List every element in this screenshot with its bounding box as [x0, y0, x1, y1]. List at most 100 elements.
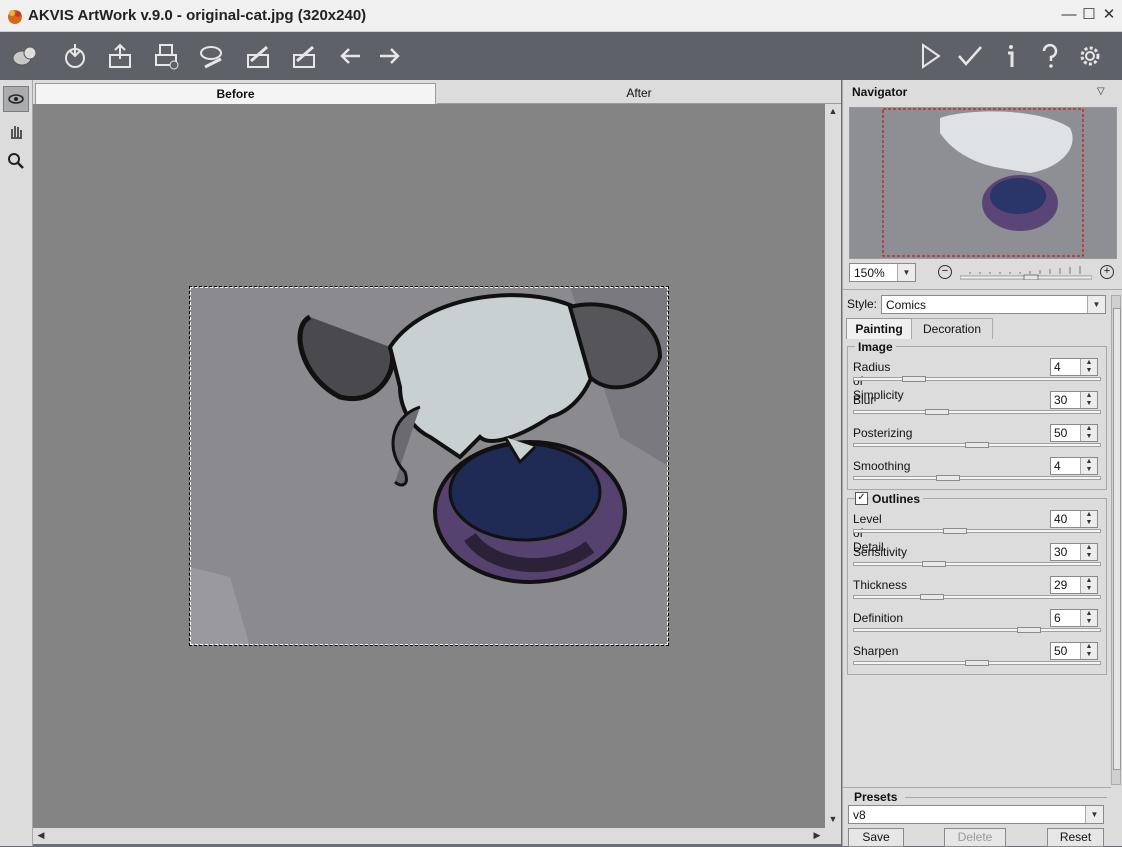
presets-line [905, 797, 1107, 798]
param-spinbox[interactable]: 4 ▲ ▼ [1050, 358, 1098, 376]
print-icon[interactable] [149, 39, 183, 73]
open-icon[interactable] [58, 39, 92, 73]
spin-arrows-icon[interactable]: ▲ ▼ [1080, 458, 1097, 474]
reset-preset-button[interactable]: Reset [1047, 828, 1104, 847]
param-slider-thumb[interactable] [965, 660, 989, 666]
window-title: AKVIS ArtWork v.9.0 - original-cat.jpg (… [28, 7, 367, 24]
zoom-select[interactable]: 150% ▼ [849, 263, 916, 282]
zoom-out-icon[interactable]: − [938, 265, 952, 279]
param-value: 6 [1054, 611, 1061, 625]
tab-decoration[interactable]: Decoration [911, 318, 993, 339]
outlines-checkbox[interactable]: ✓ [855, 492, 868, 505]
param-spinbox[interactable]: 30 ▲ ▼ [1050, 543, 1098, 561]
param-slider-thumb[interactable] [925, 409, 949, 415]
vertical-scrollbar[interactable]: ▲ ▼ [825, 104, 841, 828]
param-value: 4 [1054, 360, 1061, 374]
scroll-left-icon[interactable]: ◀ [33, 830, 49, 841]
style-label: Style: [847, 297, 878, 311]
tab-after[interactable]: After [437, 83, 841, 104]
before-after-icon[interactable] [3, 86, 29, 112]
strokes-save-icon[interactable] [287, 39, 321, 73]
scroll-down-icon[interactable]: ▼ [825, 814, 841, 824]
settings-icon[interactable] [1073, 39, 1107, 73]
brush-load-icon[interactable] [195, 39, 229, 73]
tab-before[interactable]: Before [35, 83, 436, 104]
save-preset-button[interactable]: Save [848, 828, 904, 847]
help-icon[interactable] [1033, 39, 1067, 73]
spin-arrows-icon[interactable]: ▲ ▼ [1080, 544, 1097, 560]
minimize-button[interactable]: — [1060, 5, 1078, 25]
param-slider[interactable] [853, 628, 1101, 632]
param-spinbox[interactable]: 30 ▲ ▼ [1050, 391, 1098, 409]
param-slider-thumb[interactable] [902, 376, 926, 382]
delete-preset-button[interactable]: Delete [944, 828, 1006, 847]
spin-arrows-icon[interactable]: ▲ ▼ [1080, 610, 1097, 626]
redo-icon[interactable] [373, 39, 407, 73]
close-button[interactable]: ✕ [1100, 5, 1118, 25]
param-spinbox[interactable]: 50 ▲ ▼ [1050, 642, 1098, 660]
param-slider-thumb[interactable] [1017, 627, 1041, 633]
param-value: 4 [1054, 459, 1061, 473]
spin-arrows-icon[interactable]: ▲ ▼ [1080, 511, 1097, 527]
divider [843, 787, 1111, 788]
spin-arrows-icon[interactable]: ▲ ▼ [1080, 577, 1097, 593]
presets-select[interactable]: v8 ▼ [848, 805, 1104, 824]
run-icon[interactable] [913, 39, 947, 73]
spin-arrows-icon[interactable]: ▲ ▼ [1080, 425, 1097, 441]
param-slider[interactable] [853, 529, 1101, 533]
undo-icon[interactable] [333, 39, 367, 73]
maximize-button[interactable]: ☐ [1080, 5, 1098, 25]
collapse-icon[interactable]: ▽ [1097, 86, 1105, 97]
param-label: Posterizing [853, 426, 913, 440]
scroll-up-icon[interactable]: ▲ [825, 106, 841, 116]
zoom-icon[interactable] [3, 148, 29, 174]
param-value: 50 [1054, 644, 1068, 658]
param-slider-thumb[interactable] [943, 528, 967, 534]
param-label: Definition [853, 611, 904, 625]
navigator-thumbnail[interactable] [849, 107, 1117, 259]
chevron-down-icon: ▼ [1085, 806, 1103, 823]
param-label: Sensitivity [853, 545, 908, 559]
param-slider[interactable] [853, 476, 1101, 480]
chevron-down-icon: ▼ [1087, 296, 1105, 313]
param-slider-thumb[interactable] [965, 442, 989, 448]
apply-icon[interactable] [953, 39, 987, 73]
param-spinbox[interactable]: 50 ▲ ▼ [1050, 424, 1098, 442]
param-spinbox[interactable]: 4 ▲ ▼ [1050, 457, 1098, 475]
param-slider[interactable] [853, 562, 1101, 566]
info-icon[interactable] [994, 39, 1028, 73]
param-slider[interactable] [853, 377, 1101, 381]
resize-grip-icon [825, 828, 841, 844]
spin-arrows-icon[interactable]: ▲ ▼ [1080, 392, 1097, 408]
zoom-slider[interactable] [959, 264, 1093, 281]
presets-title: Presets [854, 790, 898, 804]
spin-arrows-icon[interactable]: ▲ ▼ [1080, 359, 1097, 375]
horizontal-scrollbar[interactable]: ◀ ▶ [33, 828, 825, 844]
image-group-title: Image [855, 340, 896, 354]
spin-arrows-icon[interactable]: ▲ ▼ [1080, 643, 1097, 659]
panel-scrollbar[interactable] [1111, 295, 1121, 785]
param-spinbox[interactable]: 6 ▲ ▼ [1050, 609, 1098, 627]
strokes-load-icon[interactable] [241, 39, 275, 73]
param-spinbox[interactable]: 29 ▲ ▼ [1050, 576, 1098, 594]
image-canvas[interactable] [33, 104, 825, 828]
param-label: Smoothing [853, 459, 911, 473]
param-slider-thumb[interactable] [922, 561, 946, 567]
navigator-title: Navigator [852, 85, 908, 99]
param-slider-thumb[interactable] [936, 475, 960, 481]
outlines-group-title: Outlines [869, 492, 924, 506]
tab-painting[interactable]: Painting [846, 318, 912, 339]
param-spinbox[interactable]: 40 ▲ ▼ [1050, 510, 1098, 528]
scroll-right-icon[interactable]: ▶ [809, 830, 825, 841]
zoom-in-icon[interactable]: + [1100, 265, 1114, 279]
style-select[interactable]: Comics ▼ [881, 295, 1106, 314]
param-slider-thumb[interactable] [920, 594, 944, 600]
tools-panel [0, 80, 33, 846]
toolbar [0, 32, 1122, 80]
logo-icon[interactable] [8, 39, 42, 73]
param-slider[interactable] [853, 410, 1101, 414]
save-icon[interactable] [103, 39, 137, 73]
param-slider[interactable] [853, 595, 1101, 599]
hand-icon[interactable] [3, 118, 29, 144]
param-value: 30 [1054, 393, 1068, 407]
